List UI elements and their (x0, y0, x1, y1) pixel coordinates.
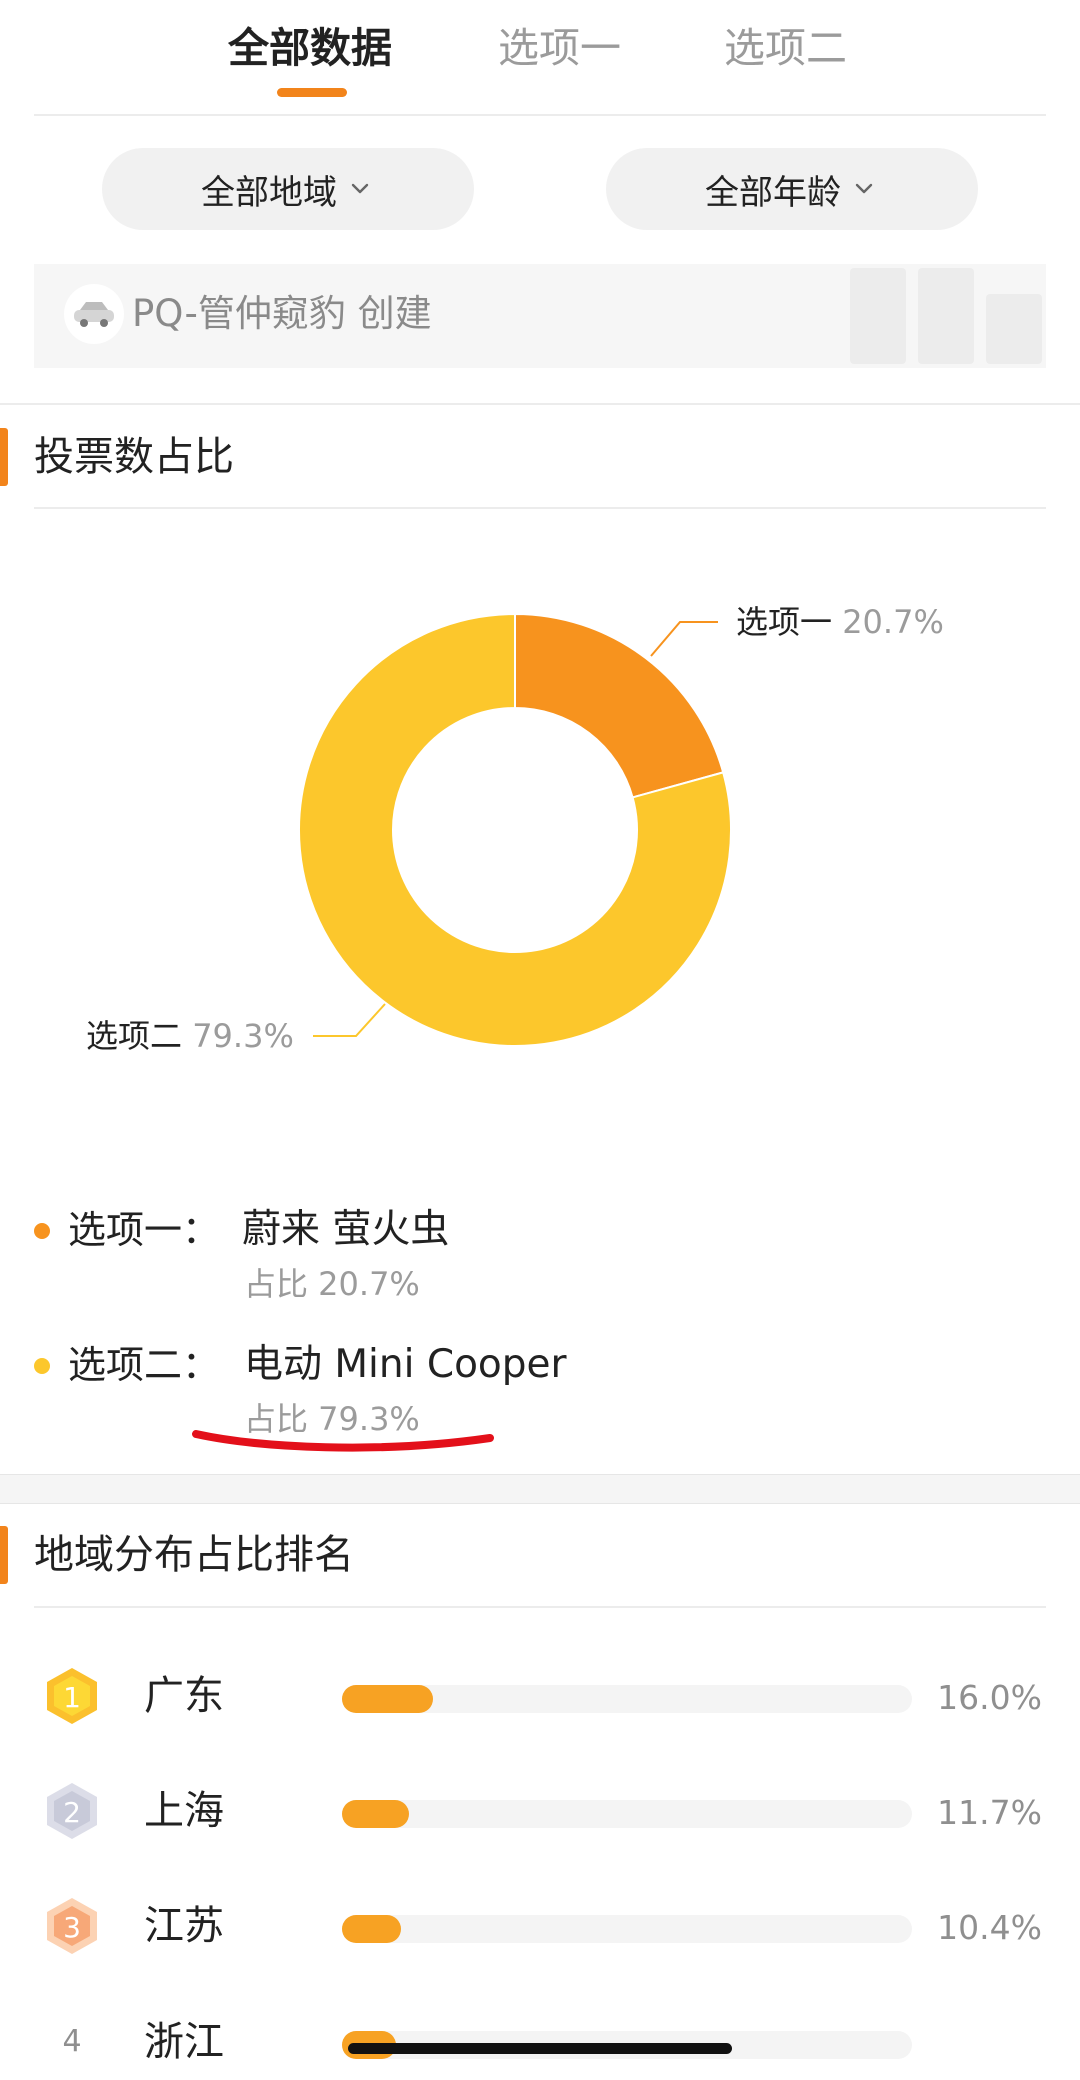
region-name: 上海 (144, 1788, 224, 1834)
active-tab-indicator (277, 88, 347, 97)
section-accent-bar (0, 428, 8, 486)
section-separator (0, 1474, 1080, 1504)
divider (0, 403, 1080, 405)
region-percent: 10.4% (937, 1908, 1042, 1947)
creator-bar[interactable]: PQ-管仲窥豹 创建 (34, 264, 1046, 368)
gold-medal-icon: 1 (47, 1668, 97, 1724)
rank-badge-number: 3 (63, 1911, 81, 1944)
chevron-down-icon (351, 183, 369, 194)
rank-3-row: 3 (42, 1896, 102, 1960)
region-ranking-title: 地域分布占比排名 (34, 1532, 354, 1578)
rank-1-row: 1 (42, 1666, 102, 1730)
car-avatar-icon (74, 302, 114, 327)
legend-option-two-name: 电动 Mini Cooper (244, 1342, 567, 1387)
placeholder-block (986, 294, 1042, 364)
creator-avatar (64, 284, 124, 344)
slice-label-option-one: 选项一 20.7% (736, 600, 944, 644)
region-percent: 11.7% (937, 1793, 1042, 1832)
region-filter-label: 全部地域 (201, 172, 337, 213)
tab-all-data[interactable]: 全部数据 (228, 18, 392, 78)
region-name: 浙江 (144, 2019, 224, 2065)
slice-label-percent: 79.3% (192, 1017, 294, 1055)
chevron-down-icon (855, 183, 873, 194)
slice-label-name: 选项二 (86, 1017, 183, 1055)
section-accent-bar (0, 1526, 8, 1584)
divider (34, 1606, 1046, 1608)
legend-option-one-share: 占比 20.7% (244, 1265, 420, 1303)
legend-option-one-label: 选项一： (68, 1208, 221, 1252)
home-indicator (348, 2043, 732, 2054)
legend-option-one-name: 蔚来 萤火虫 (242, 1207, 450, 1252)
region-name: 广东 (144, 1673, 224, 1719)
region-bar-fill (342, 1800, 409, 1828)
rank-number: 4 (62, 2024, 82, 2059)
legend-dot-option-two (34, 1358, 50, 1374)
region-filter-dropdown[interactable]: 全部地域 (102, 148, 474, 230)
silver-medal-icon: 2 (47, 1783, 97, 1839)
placeholder-block (918, 268, 974, 364)
region-percent: 16.0% (937, 1678, 1042, 1717)
leader-line-option-one (650, 621, 718, 657)
age-filter-dropdown[interactable]: 全部年龄 (606, 148, 978, 230)
vote-share-title: 投票数占比 (34, 434, 234, 480)
divider (34, 114, 1046, 116)
bronze-medal-icon: 3 (47, 1898, 97, 1954)
red-underline-annotation (192, 1430, 494, 1452)
region-name: 江苏 (144, 1903, 224, 1949)
region-bar-fill (342, 1685, 434, 1713)
age-filter-label: 全部年龄 (705, 172, 841, 213)
creator-text: PQ-管仲窥豹 创建 (132, 292, 432, 335)
legend-dot-option-one (34, 1223, 50, 1239)
rank-badge-number: 2 (63, 1796, 81, 1829)
region-bar-track (342, 1800, 912, 1828)
legend-option-two-label: 选项二： (68, 1343, 221, 1387)
tab-option-two[interactable]: 选项二 (724, 18, 847, 78)
slice-label-name: 选项一 (736, 603, 833, 641)
tab-option-one[interactable]: 选项一 (498, 18, 621, 78)
region-bar-track (342, 1685, 912, 1713)
slice-label-option-two: 选项二 79.3% (86, 1014, 294, 1058)
region-bar-track (342, 1915, 912, 1943)
leader-line-option-two (313, 1003, 386, 1037)
region-bar-fill (342, 1915, 402, 1943)
placeholder-block (850, 268, 906, 364)
rank-2-row: 2 (42, 1781, 102, 1845)
donut-slice-1[interactable] (514, 612, 725, 799)
slice-label-percent: 20.7% (842, 603, 944, 641)
rank-badge-number: 1 (63, 1681, 81, 1714)
divider (34, 507, 1046, 509)
